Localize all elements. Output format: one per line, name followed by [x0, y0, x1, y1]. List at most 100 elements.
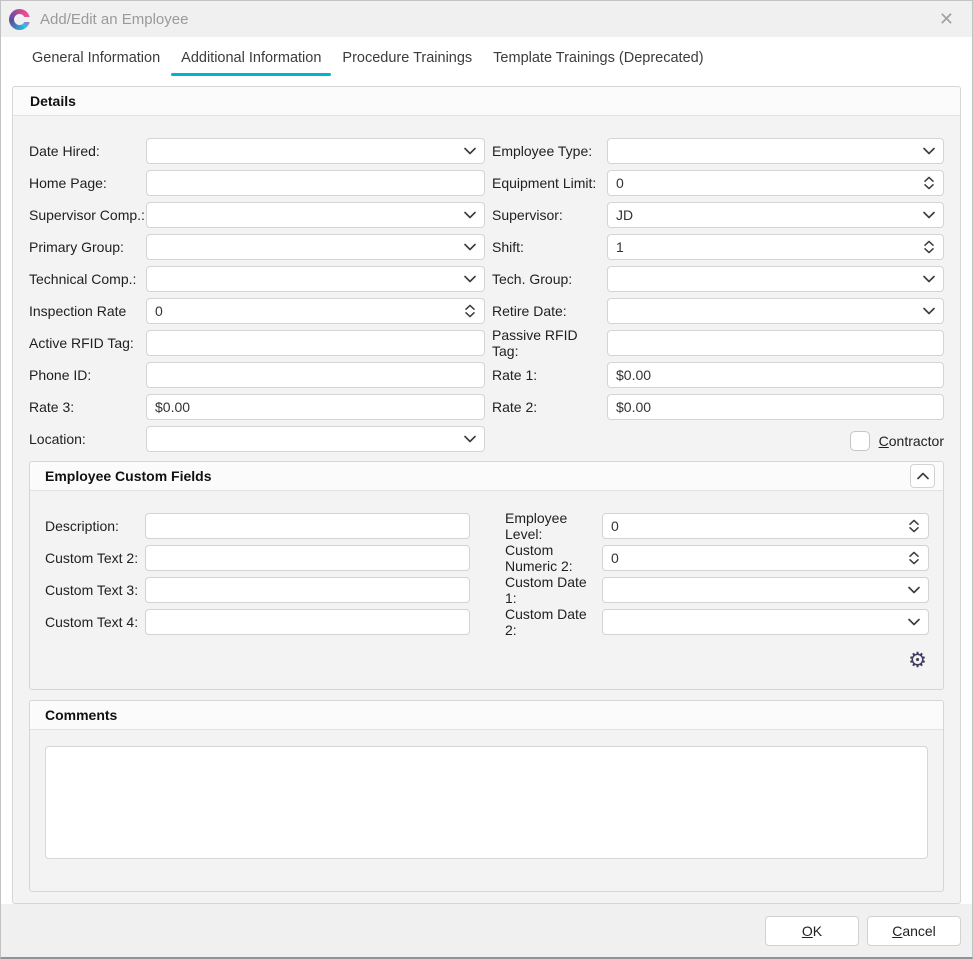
- form-row: Inspection Rate Retire Date:: [29, 298, 944, 324]
- spinner-updown-icon[interactable]: [464, 303, 476, 319]
- close-icon[interactable]: ✕: [933, 8, 960, 30]
- chevron-down-icon: [464, 243, 476, 251]
- custom-date1-select[interactable]: [602, 577, 929, 603]
- chevron-down-icon: [923, 307, 935, 315]
- app-logo-icon: [9, 9, 30, 30]
- inspection-rate-label: Inspection Rate: [29, 303, 146, 319]
- employee-type-label: Employee Type:: [492, 143, 607, 159]
- chevron-down-icon: [908, 618, 920, 626]
- details-body: Date Hired: Employee Type:: [13, 116, 960, 903]
- tab-procedure-trainings[interactable]: Procedure Trainings: [332, 37, 482, 79]
- collapse-button[interactable]: [910, 464, 935, 488]
- employee-level-spinner: [602, 513, 929, 539]
- custom-text2-field[interactable]: [146, 546, 469, 570]
- location-select[interactable]: [146, 426, 485, 452]
- chevron-down-icon: [464, 275, 476, 283]
- form-row: Primary Group: Shift:: [29, 234, 944, 260]
- form-row: Custom Text 4: Custom Date 2:: [45, 609, 929, 635]
- title-bar: Add/Edit an Employee ✕: [1, 1, 972, 37]
- rate2-input: [607, 394, 944, 420]
- employee-level-label: Employee Level:: [505, 510, 602, 542]
- chevron-down-icon: [464, 211, 476, 219]
- shift-spinner: [607, 234, 944, 260]
- rate1-field[interactable]: [608, 363, 943, 387]
- tech-group-select[interactable]: [607, 266, 944, 292]
- gear-row: ⚙: [45, 641, 929, 679]
- ok-button[interactable]: OK: [765, 916, 859, 946]
- employee-type-select[interactable]: [607, 138, 944, 164]
- home-page-label: Home Page:: [29, 175, 146, 191]
- description-label: Description:: [45, 518, 145, 534]
- comments-textarea[interactable]: [45, 746, 928, 859]
- chevron-down-icon: [908, 586, 920, 594]
- supervisor-select[interactable]: JD: [607, 202, 944, 228]
- tab-additional-information[interactable]: Additional Information: [171, 37, 331, 79]
- home-page-field[interactable]: [147, 171, 484, 195]
- form-row: Custom Text 2: Custom Numeric 2:: [45, 545, 929, 571]
- date-hired-select[interactable]: [146, 138, 485, 164]
- contractor-checkbox[interactable]: [850, 431, 870, 451]
- chevron-down-icon: [923, 147, 935, 155]
- equipment-limit-field[interactable]: [608, 171, 943, 195]
- rate3-label: Rate 3:: [29, 399, 146, 415]
- custom-text2-input: [145, 545, 470, 571]
- technical-comp-label: Technical Comp.:: [29, 271, 146, 287]
- custom-numeric2-label: Custom Numeric 2:: [505, 542, 602, 574]
- custom-text4-label: Custom Text 4:: [45, 614, 145, 630]
- shift-field[interactable]: [608, 235, 943, 259]
- active-rfid-tag-field[interactable]: [147, 331, 484, 355]
- comments-panel: Comments: [29, 700, 944, 892]
- passive-rfid-tag-field[interactable]: [608, 331, 943, 355]
- location-label: Location:: [29, 431, 146, 447]
- custom-date2-select[interactable]: [602, 609, 929, 635]
- rate1-label: Rate 1:: [492, 367, 607, 383]
- spinner-updown-icon[interactable]: [923, 175, 935, 191]
- tab-general-information[interactable]: General Information: [22, 37, 170, 79]
- inspection-rate-field[interactable]: [147, 299, 484, 323]
- custom-text2-label: Custom Text 2:: [45, 550, 145, 566]
- custom-text3-label: Custom Text 3:: [45, 582, 145, 598]
- retire-date-select[interactable]: [607, 298, 944, 324]
- primary-group-select[interactable]: [146, 234, 485, 260]
- supervisor-comp-label: Supervisor Comp.:: [29, 207, 146, 223]
- tab-template-trainings-deprecated[interactable]: Template Trainings (Deprecated): [483, 37, 713, 79]
- chevron-down-icon: [464, 147, 476, 155]
- custom-text4-field[interactable]: [146, 610, 469, 634]
- custom-text3-field[interactable]: [146, 578, 469, 602]
- custom-numeric2-field[interactable]: [603, 546, 928, 570]
- supervisor-label: Supervisor:: [492, 207, 607, 223]
- form-row: Date Hired: Employee Type:: [29, 138, 944, 164]
- technical-comp-select[interactable]: [146, 266, 485, 292]
- active-rfid-tag-input: [146, 330, 485, 356]
- form-row: Home Page: Equipment Limit:: [29, 170, 944, 196]
- employee-custom-fields-body: Description: Employee Level:: [30, 491, 943, 689]
- gear-icon[interactable]: ⚙: [908, 649, 927, 671]
- spinner-updown-icon[interactable]: [908, 518, 920, 534]
- rate1-input: [607, 362, 944, 388]
- spinner-updown-icon[interactable]: [923, 239, 935, 255]
- cancel-button[interactable]: Cancel: [867, 916, 961, 946]
- spinner-updown-icon[interactable]: [908, 550, 920, 566]
- retire-date-label: Retire Date:: [492, 303, 607, 319]
- active-rfid-tag-label: Active RFID Tag:: [29, 335, 146, 351]
- details-panel: Details Date Hired: Employee Type:: [12, 86, 961, 904]
- rate2-label: Rate 2:: [492, 399, 607, 415]
- custom-date1-label: Custom Date 1:: [505, 574, 602, 606]
- inspection-rate-spinner: [146, 298, 485, 324]
- supervisor-comp-select[interactable]: [146, 202, 485, 228]
- rate3-input: [146, 394, 485, 420]
- employee-custom-fields-header: Employee Custom Fields: [30, 462, 943, 491]
- details-header: Details: [13, 87, 960, 116]
- description-field[interactable]: [146, 514, 469, 538]
- form-row: Custom Text 3: Custom Date 1:: [45, 577, 929, 603]
- comments-title: Comments: [45, 707, 935, 723]
- rate2-field[interactable]: [608, 395, 943, 419]
- employee-custom-fields-title: Employee Custom Fields: [45, 468, 910, 484]
- rate3-field[interactable]: [147, 395, 484, 419]
- contractor-label: Contractor: [879, 433, 944, 449]
- custom-date2-label: Custom Date 2:: [505, 606, 602, 638]
- dialog-footer: OK Cancel: [1, 904, 972, 958]
- passive-rfid-tag-label: Passive RFID Tag:: [492, 327, 607, 359]
- employee-level-field[interactable]: [603, 514, 928, 538]
- phone-id-field[interactable]: [147, 363, 484, 387]
